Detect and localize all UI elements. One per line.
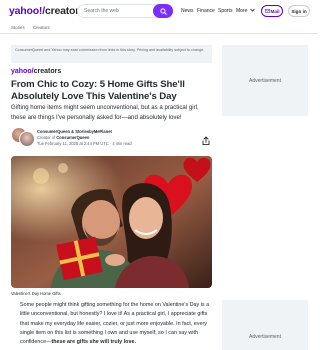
advertisement-slot[interactable]: Advertisement xyxy=(222,45,308,116)
search-button[interactable] xyxy=(153,4,173,18)
breadcrumb: Stories Creators xyxy=(11,25,57,30)
breadcrumb-creators[interactable]: Creators xyxy=(33,25,50,30)
share-icon xyxy=(202,136,210,146)
avatar xyxy=(19,131,35,147)
search-icon xyxy=(159,7,167,15)
nav-news[interactable]: News xyxy=(181,8,194,14)
yahoo-creators-logo[interactable]: yahoo!/creators xyxy=(9,5,85,17)
nav-more[interactable]: More xyxy=(236,8,255,14)
nav-sports[interactable]: Sports xyxy=(218,8,232,14)
nav-finance[interactable]: Finance xyxy=(197,8,215,14)
article-subtitle: Gifting home items might seem unconventi… xyxy=(11,104,199,121)
author-avatars[interactable] xyxy=(11,127,35,149)
sign-in-button[interactable]: Sign in xyxy=(288,5,310,17)
article-brand-logo: yahoo/creators xyxy=(11,68,62,75)
chevron-down-icon xyxy=(250,8,255,12)
byline: ConsumerQueen & StoriesbyMePlanet Creato… xyxy=(37,129,132,147)
creator-link[interactable]: ConsumerQueen xyxy=(56,135,89,140)
share-button[interactable] xyxy=(201,133,211,146)
article-body: Some people might think gifting somethin… xyxy=(20,302,210,346)
article-title: From Chic to Cozy: 5 Home Gifts She'll A… xyxy=(11,79,185,102)
header-divider xyxy=(0,33,318,34)
couple-photo xyxy=(11,156,212,288)
top-bar: yahoo!/creators News Finance Sports More… xyxy=(0,0,318,22)
search-input[interactable] xyxy=(84,5,154,17)
publish-date: Tue February 11, 2025 at 2:44 PM UTC · 4… xyxy=(37,141,132,146)
mail-button[interactable]: Mail xyxy=(261,5,283,17)
breadcrumb-stories[interactable]: Stories xyxy=(11,25,25,30)
mail-icon xyxy=(264,9,270,13)
commission-disclosure: ConsumerQueen and Yahoo may earn commiss… xyxy=(11,45,212,63)
advertisement-slot[interactable]: Advertisement xyxy=(222,300,308,350)
hero-image[interactable] xyxy=(11,156,212,288)
image-caption: Valentine's Day Home Gifts xyxy=(11,291,61,296)
